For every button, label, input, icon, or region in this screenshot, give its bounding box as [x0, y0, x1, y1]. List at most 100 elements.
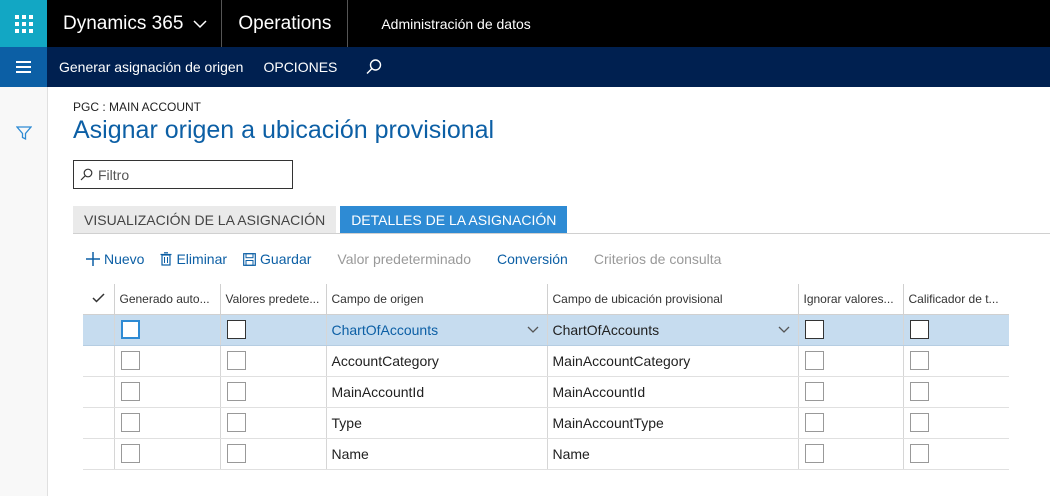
text-qualifier-checkbox[interactable] [909, 413, 929, 432]
new-label: Nuevo [104, 251, 145, 267]
column-header-staging-field[interactable]: Campo de ubicación provisional [546, 284, 798, 315]
default-values-checkbox[interactable] [226, 382, 246, 401]
source-field-cell[interactable]: Name [325, 438, 547, 470]
conversion-button[interactable]: Conversión [497, 251, 568, 267]
options-menu[interactable]: OPCIONES [263, 59, 337, 75]
ignore-values-checkbox[interactable] [804, 413, 824, 432]
page-caption: PGC : MAIN ACCOUNT [73, 100, 202, 114]
column-header-source-field[interactable]: Campo de origen [325, 284, 547, 315]
column-header-auto-generated[interactable]: Generado auto... [113, 284, 220, 315]
save-button[interactable]: Guardar [243, 251, 311, 267]
workspace-breadcrumb[interactable]: Administración de datos [348, 0, 563, 47]
text-qualifier-checkbox[interactable] [909, 320, 929, 339]
source-field-combobox[interactable]: ChartOfAccounts [325, 314, 547, 346]
chevron-down-icon [193, 16, 207, 32]
default-values-cell [219, 438, 326, 470]
page-title: Asignar origen a ubicación provisional [73, 116, 495, 144]
tab-mapping-details[interactable]: DETALLES DE LA ASIGNACIÓN [340, 206, 568, 234]
text-qualifier-checkbox[interactable] [909, 444, 929, 463]
default-values-checkbox[interactable] [226, 351, 246, 370]
staging-field-cell[interactable]: Name [546, 438, 798, 470]
source-field-value: ChartOfAccounts [331, 321, 439, 338]
main-content: PGC : MAIN ACCOUNT Asignar origen a ubic… [48, 87, 1050, 496]
column-header-ignore-values[interactable]: Ignorar valores... [797, 284, 903, 315]
staging-field-cell[interactable]: MainAccountType [546, 407, 798, 439]
ignore-values-checkbox[interactable] [804, 444, 824, 463]
ignore-values-checkbox[interactable] [804, 382, 824, 401]
text-qualifier-cell [902, 345, 1009, 377]
default-values-checkbox[interactable] [226, 413, 246, 432]
auto-generated-cell [113, 345, 220, 377]
auto-generated-cell [113, 376, 220, 408]
ignore-values-checkbox[interactable] [804, 351, 824, 370]
grid-header-row: Generado auto... Valores predete... Camp… [83, 284, 1009, 315]
source-field-cell[interactable]: AccountCategory [325, 345, 547, 377]
default-value-button[interactable]: Valor predeterminado [337, 251, 471, 267]
text-qualifier-cell [902, 314, 1009, 346]
table-row[interactable]: Type MainAccountType [83, 407, 1009, 439]
staging-field-combobox[interactable]: ChartOfAccounts [546, 314, 798, 346]
ignore-values-checkbox[interactable] [804, 320, 824, 339]
hamburger-icon[interactable] [0, 47, 47, 87]
auto-generated-cell [113, 407, 220, 439]
auto-generated-checkbox[interactable] [120, 382, 140, 401]
auto-generated-checkbox[interactable] [120, 351, 140, 370]
chevron-down-icon[interactable] [778, 326, 790, 334]
select-all-header[interactable] [83, 284, 114, 315]
column-header-default-values[interactable]: Valores predete... [219, 284, 326, 315]
default-values-checkbox[interactable] [226, 320, 246, 339]
mapping-grid: Generado auto... Valores predete... Camp… [83, 284, 1009, 470]
ignore-values-cell [797, 438, 903, 470]
tab-divider [73, 233, 1050, 234]
ignore-values-cell [797, 376, 903, 408]
left-navigation-rail [0, 87, 48, 496]
ignore-values-cell [797, 345, 903, 377]
delete-button[interactable]: Eliminar [160, 251, 227, 267]
search-icon [80, 168, 93, 181]
ignore-values-cell [797, 407, 903, 439]
source-field-cell[interactable]: MainAccountId [325, 376, 547, 408]
text-qualifier-cell [902, 407, 1009, 439]
new-button[interactable]: Nuevo [86, 251, 144, 267]
auto-generated-checkbox[interactable] [120, 320, 140, 339]
save-icon [243, 252, 256, 266]
auto-generated-checkbox[interactable] [120, 444, 140, 463]
table-row[interactable]: ChartOfAccounts ChartOfAccounts [83, 314, 1009, 346]
default-values-cell [219, 345, 326, 377]
text-qualifier-checkbox[interactable] [909, 382, 929, 401]
default-values-cell [219, 407, 326, 439]
row-selector[interactable] [83, 345, 114, 377]
filter-field[interactable] [73, 160, 293, 189]
row-selector[interactable] [83, 407, 114, 439]
text-qualifier-checkbox[interactable] [909, 351, 929, 370]
staging-field-value: ChartOfAccounts [552, 321, 660, 338]
row-selector[interactable] [83, 314, 114, 346]
brand-name: Dynamics 365 [63, 12, 184, 34]
tab-mapping-visualization[interactable]: VISUALIZACIÓN DE LA ASIGNACIÓN [73, 206, 337, 234]
source-field-cell[interactable]: Type [325, 407, 547, 439]
staging-field-cell[interactable]: MainAccountCategory [546, 345, 798, 377]
chevron-down-icon[interactable] [527, 326, 539, 334]
default-values-cell [219, 376, 326, 408]
staging-field-cell[interactable]: MainAccountId [546, 376, 798, 408]
table-row[interactable]: Name Name [83, 438, 1009, 470]
brand-menu[interactable]: Dynamics 365 [47, 0, 223, 47]
search-icon[interactable] [365, 58, 383, 76]
default-values-checkbox[interactable] [226, 444, 246, 463]
table-row[interactable]: AccountCategory MainAccountCategory [83, 345, 1009, 377]
trash-icon [160, 252, 172, 266]
filter-input[interactable] [98, 166, 278, 183]
column-header-text-qualifier[interactable]: Calificador de t... [902, 284, 1009, 315]
app-launcher-button[interactable] [0, 0, 47, 47]
table-row[interactable]: MainAccountId MainAccountId [83, 376, 1009, 408]
row-selector[interactable] [83, 438, 114, 470]
module-name[interactable]: Operations [222, 0, 349, 47]
generate-source-mapping-button[interactable]: Generar asignación de origen [59, 59, 243, 75]
filter-icon[interactable] [15, 125, 33, 145]
waffle-icon [14, 14, 33, 33]
plus-icon [86, 252, 100, 266]
row-selector[interactable] [83, 376, 114, 408]
auto-generated-cell [113, 438, 220, 470]
query-criteria-button[interactable]: Criterios de consulta [594, 251, 722, 267]
auto-generated-checkbox[interactable] [120, 413, 140, 432]
